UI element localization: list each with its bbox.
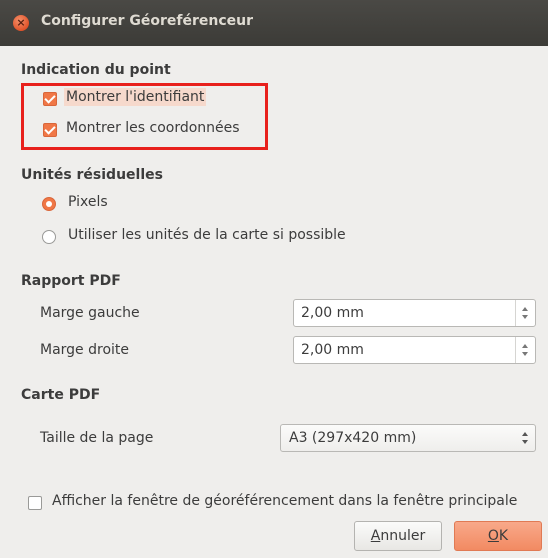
spin-arrows-icon[interactable] <box>515 300 535 326</box>
show-in-main-label[interactable]: Afficher la fenêtre de géoréférencement … <box>52 493 517 509</box>
combo-arrows-icon[interactable] <box>521 425 529 451</box>
section-pdf-map: Carte PDF <box>21 387 101 403</box>
left-margin-spinbox[interactable]: 2,00 mm <box>293 299 536 327</box>
show-id-label[interactable]: Montrer l'identifiant <box>64 88 207 106</box>
arrow-down-icon[interactable] <box>522 352 528 356</box>
window-title: Configurer Géoreférenceur <box>41 13 254 29</box>
radio-map-units-label[interactable]: Utiliser les unités de la carte si possi… <box>68 227 346 243</box>
right-margin-spinbox[interactable]: 2,00 mm <box>293 336 536 364</box>
checkbox-unchecked-icon[interactable] <box>28 496 42 510</box>
left-margin-label: Marge gauche <box>40 305 140 321</box>
cancel-button[interactable]: Annuler <box>354 521 442 551</box>
ok-mnemonic: O <box>487 528 499 544</box>
section-pdf-report: Rapport PDF <box>21 273 121 289</box>
show-coords-label[interactable]: Montrer les coordonnées <box>66 120 240 136</box>
page-size-select[interactable]: A3 (297x420 mm) <box>280 424 536 452</box>
page-size-value[interactable]: A3 (297x420 mm) <box>289 430 416 446</box>
left-margin-value[interactable]: 2,00 mm <box>301 305 364 321</box>
arrow-up-icon[interactable] <box>522 432 528 436</box>
title-bar: × Configurer Géoreférenceur <box>0 0 548 46</box>
radio-unselected-icon[interactable] <box>42 230 56 244</box>
arrow-down-icon[interactable] <box>522 315 528 319</box>
section-residual-units: Unités résiduelles <box>21 167 163 183</box>
page-size-label: Taille de la page <box>40 430 154 446</box>
ok-label: K <box>498 528 509 544</box>
right-margin-value[interactable]: 2,00 mm <box>301 342 364 358</box>
checkbox-checked-icon[interactable] <box>43 123 57 137</box>
cancel-mnemonic: A <box>370 528 381 544</box>
section-point-indication: Indication du point <box>21 62 171 78</box>
close-icon[interactable]: × <box>13 15 29 31</box>
cancel-label: nnuler <box>380 528 426 544</box>
arrow-up-icon[interactable] <box>522 307 528 311</box>
arrow-down-icon[interactable] <box>522 440 528 444</box>
arrow-up-icon[interactable] <box>522 344 528 348</box>
radio-pixels-label[interactable]: Pixels <box>68 194 108 210</box>
ok-button[interactable]: OK <box>454 521 542 551</box>
radio-selected-icon[interactable] <box>42 197 56 211</box>
right-margin-label: Marge droite <box>40 342 130 358</box>
checkbox-checked-icon[interactable] <box>43 92 57 106</box>
spin-arrows-icon[interactable] <box>515 337 535 363</box>
